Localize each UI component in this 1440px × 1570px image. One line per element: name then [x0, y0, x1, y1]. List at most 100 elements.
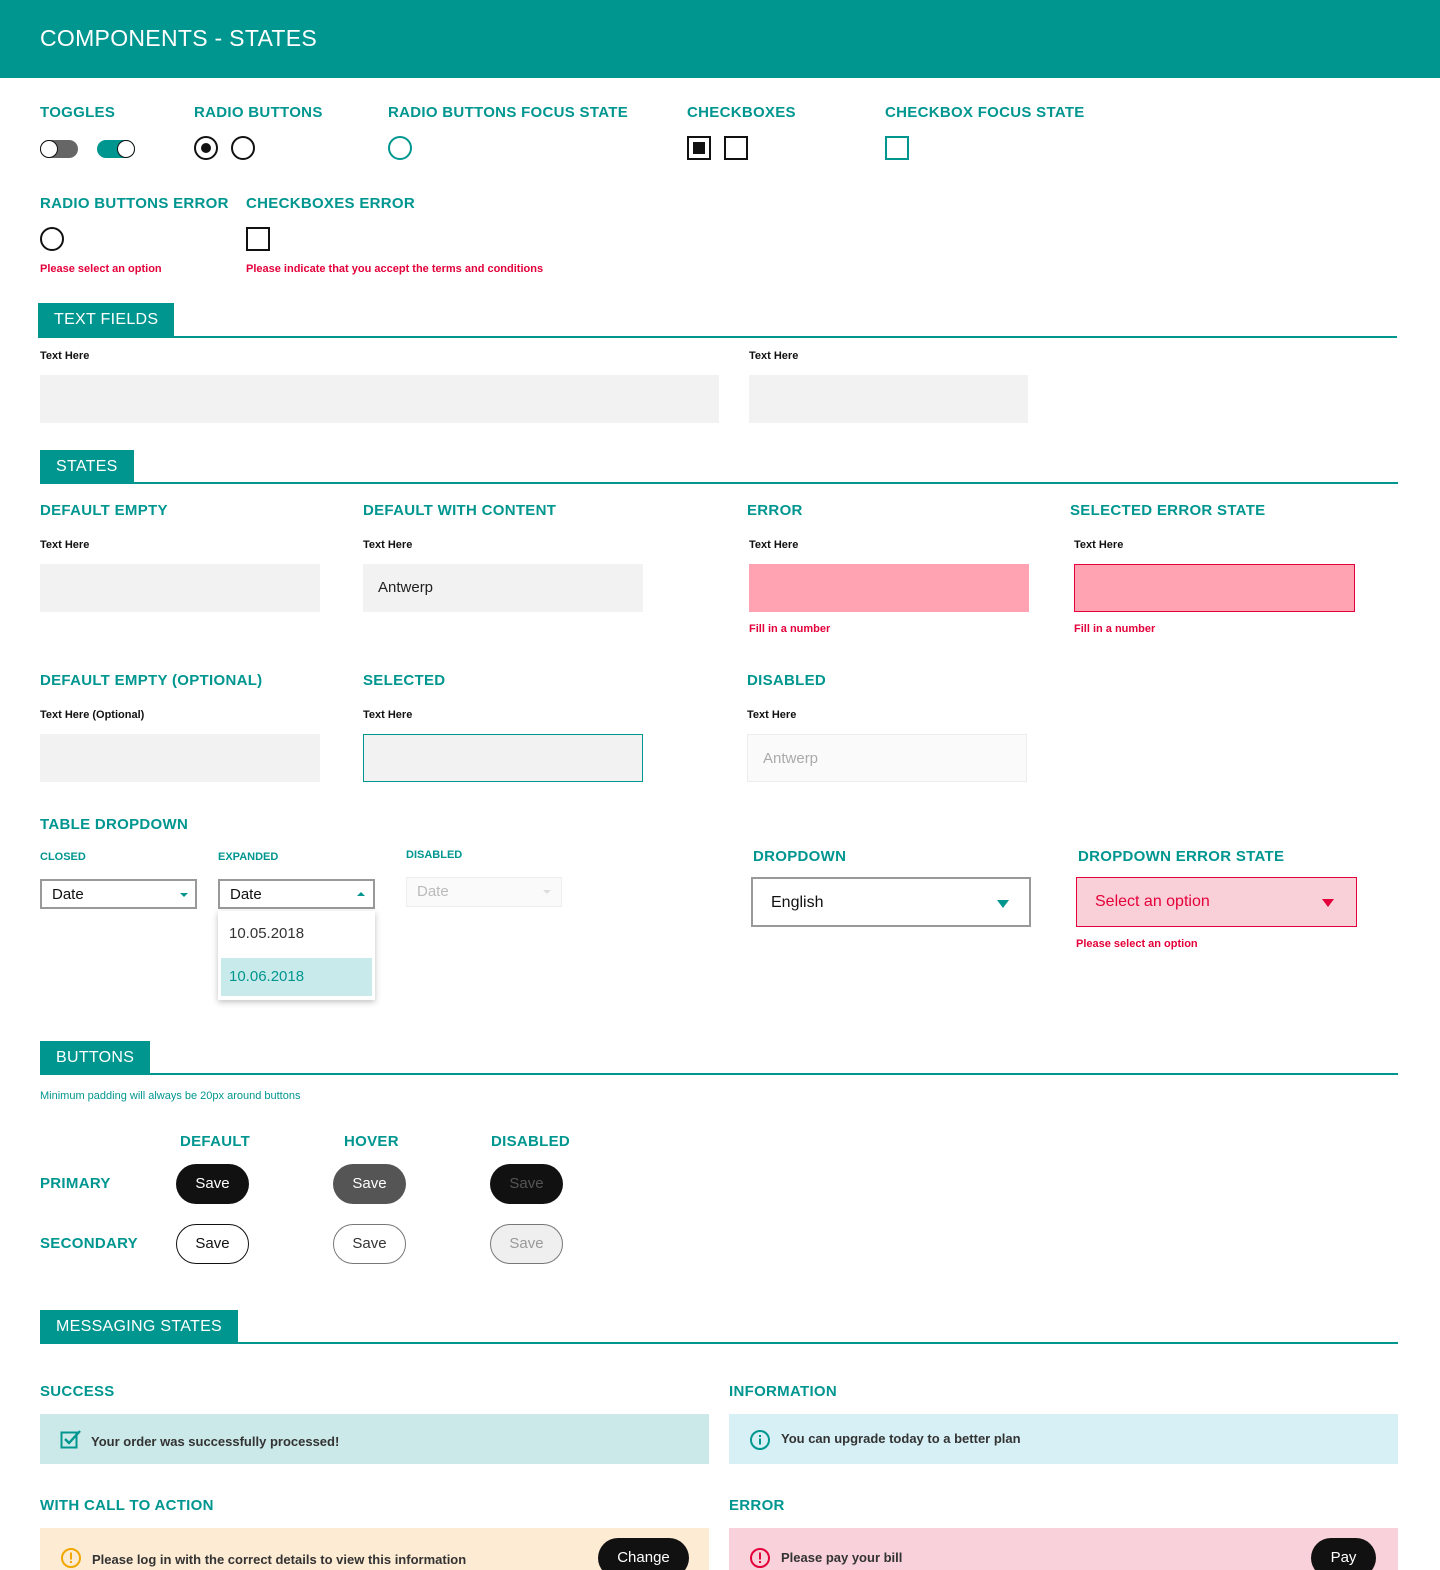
default-empty-title: DEFAULT EMPTY [40, 502, 168, 519]
input-error-message: Fill in a number [749, 623, 831, 635]
checkbox-fill [693, 142, 705, 154]
checkbox-focus-title: CHECKBOX FOCUS STATE [885, 104, 1085, 121]
buttons-note: Minimum padding will always be 20px arou… [40, 1090, 301, 1102]
radio-error[interactable] [40, 227, 64, 251]
checkboxes-title: CHECKBOXES [687, 104, 796, 121]
field-label: Text Here [1074, 539, 1124, 551]
toggle-knob [40, 140, 58, 158]
dropdown-option-selected[interactable]: 10.06.2018 [221, 958, 372, 996]
input-disabled: Antwerp [747, 734, 1027, 782]
section-text-fields: TEXT FIELDS [38, 303, 175, 337]
pay-button[interactable]: Pay [1311, 1538, 1376, 1570]
warning-icon [60, 1547, 82, 1570]
checkbox-checked[interactable] [687, 136, 711, 160]
toggle-off[interactable] [40, 140, 78, 158]
table-dropdown-expanded[interactable]: Date [218, 879, 375, 909]
input-error[interactable] [749, 564, 1029, 612]
field-label: Text Here [363, 539, 413, 551]
checkbox-error-message: Please indicate that you accept the term… [246, 263, 544, 275]
success-title: SUCCESS [40, 1383, 115, 1400]
information-text: You can upgrade today to a better plan [781, 1431, 1021, 1446]
radio-selected[interactable] [194, 136, 218, 160]
dropdown-value: English [771, 894, 824, 911]
text-field-narrow[interactable] [749, 375, 1028, 423]
success-text: Your order was successfully processed! [91, 1434, 340, 1449]
radio-buttons-title: RADIO BUTTONS [194, 104, 323, 121]
col-hover-title: HOVER [344, 1133, 399, 1150]
call-to-action-title: WITH CALL TO ACTION [40, 1497, 214, 1514]
table-dropdown-closed-label: CLOSED [40, 851, 86, 863]
col-disabled-title: DISABLED [491, 1133, 571, 1150]
radio-error-title: RADIO BUTTONS ERROR [40, 195, 229, 212]
secondary-button-default[interactable]: Save [176, 1224, 249, 1264]
section-divider [40, 482, 1398, 484]
table-dropdown-closed[interactable]: Date [40, 879, 197, 909]
disabled-title: DISABLED [747, 672, 827, 689]
input-optional[interactable] [40, 734, 320, 782]
caret-up-icon [357, 892, 365, 896]
radio-focus-title: RADIO BUTTONS FOCUS STATE [388, 104, 628, 121]
input-with-content[interactable]: Antwerp [363, 564, 643, 612]
section-divider [38, 336, 1397, 338]
radio-focus[interactable] [388, 136, 412, 160]
information-title: INFORMATION [729, 1383, 838, 1400]
call-to-action-text: Please log in with the correct details t… [92, 1552, 467, 1567]
dropdown-select-error[interactable]: Select an option [1076, 877, 1357, 927]
checkbox-error[interactable] [246, 227, 270, 251]
section-divider [40, 1342, 1398, 1344]
success-message: Your order was successfully processed! [40, 1414, 709, 1464]
col-default-title: DEFAULT [180, 1133, 251, 1150]
primary-button-disabled: Save [490, 1164, 563, 1204]
toggle-knob [117, 140, 135, 158]
table-dropdown-title: TABLE DROPDOWN [40, 816, 189, 833]
section-divider [40, 1073, 1398, 1075]
dropdown-select[interactable]: English [751, 877, 1031, 927]
input-error-message: Fill in a number [1074, 623, 1156, 635]
dropdown-value: Select an option [1095, 893, 1210, 910]
table-dropdown-value: Date [417, 883, 449, 900]
toggles-title: TOGGLES [40, 104, 116, 121]
input-selected[interactable] [363, 734, 643, 782]
error-message: Please pay your bill [729, 1528, 1398, 1570]
input-selected-error[interactable] [1074, 564, 1355, 612]
table-dropdown-menu: 10.05.2018 10.06.2018 [218, 911, 375, 1000]
section-states: STATES [40, 450, 134, 484]
row-primary-title: PRIMARY [40, 1175, 111, 1192]
caret-down-icon [997, 900, 1009, 908]
caret-down-icon [1322, 899, 1334, 907]
info-icon [749, 1429, 771, 1456]
secondary-button-hover[interactable]: Save [333, 1224, 406, 1264]
dropdown-error-message: Please select an option [1076, 938, 1198, 950]
dropdown-option[interactable]: 10.05.2018 [221, 915, 372, 953]
selected-error-title: SELECTED ERROR STATE [1070, 502, 1266, 519]
error-message-title: ERROR [729, 1497, 785, 1514]
table-dropdown-disabled-label: DISABLED [406, 849, 463, 861]
primary-button-hover[interactable]: Save [333, 1164, 406, 1204]
primary-button-default[interactable]: Save [176, 1164, 249, 1204]
table-dropdown-value: Date [52, 886, 84, 903]
toggle-on[interactable] [97, 140, 135, 158]
caret-down-icon [543, 890, 551, 894]
checkbox-error-title: CHECKBOXES ERROR [246, 195, 415, 212]
radio-unselected[interactable] [231, 136, 255, 160]
radio-error-message: Please select an option [40, 263, 162, 275]
checkbox-focus[interactable] [885, 136, 909, 160]
checkbox-check-icon [60, 1429, 82, 1454]
secondary-button-disabled: Save [490, 1224, 563, 1264]
change-button[interactable]: Change [598, 1538, 689, 1570]
error-icon [749, 1547, 771, 1570]
section-buttons: BUTTONS [40, 1041, 151, 1075]
field-label: Text Here [363, 709, 413, 721]
page-title: COMPONENTS - STATES [40, 25, 318, 51]
input-value: Antwerp [378, 579, 434, 596]
text-field-wide[interactable] [40, 375, 719, 423]
input-default-empty[interactable] [40, 564, 320, 612]
field-label: Text Here [749, 350, 799, 362]
error-text: Please pay your bill [781, 1550, 903, 1565]
table-dropdown-disabled: Date [406, 877, 562, 907]
checkbox-unchecked[interactable] [724, 136, 748, 160]
default-empty-optional-title: DEFAULT EMPTY (OPTIONAL) [40, 672, 263, 689]
dropdown-error-title: DROPDOWN ERROR STATE [1078, 848, 1285, 865]
radio-dot [201, 143, 211, 153]
default-with-content-title: DEFAULT WITH CONTENT [363, 502, 557, 519]
